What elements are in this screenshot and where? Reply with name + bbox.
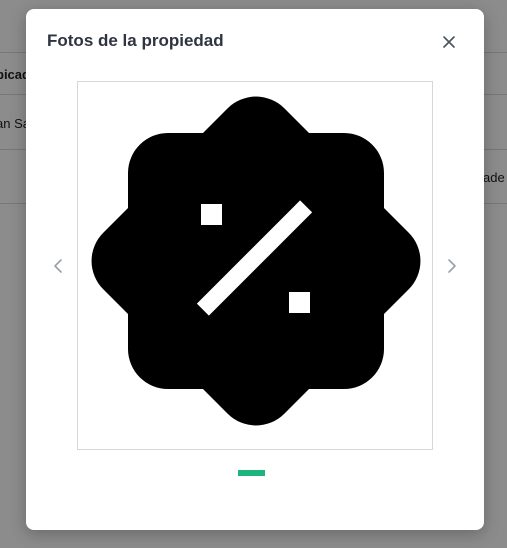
- slide-indicator-active[interactable]: [238, 470, 265, 476]
- close-icon: [443, 36, 455, 48]
- next-photo-button[interactable]: [442, 255, 462, 277]
- modal-title: Fotos de la propiedad: [47, 31, 224, 50]
- close-button[interactable]: [440, 33, 458, 51]
- photo-frame: [77, 81, 433, 450]
- chevron-left-icon: [54, 259, 62, 273]
- previous-photo-button[interactable]: [48, 255, 68, 277]
- photos-modal: Fotos de la propiedad: [26, 9, 484, 530]
- discount-badge-icon: [91, 96, 421, 426]
- chevron-right-icon: [448, 259, 456, 273]
